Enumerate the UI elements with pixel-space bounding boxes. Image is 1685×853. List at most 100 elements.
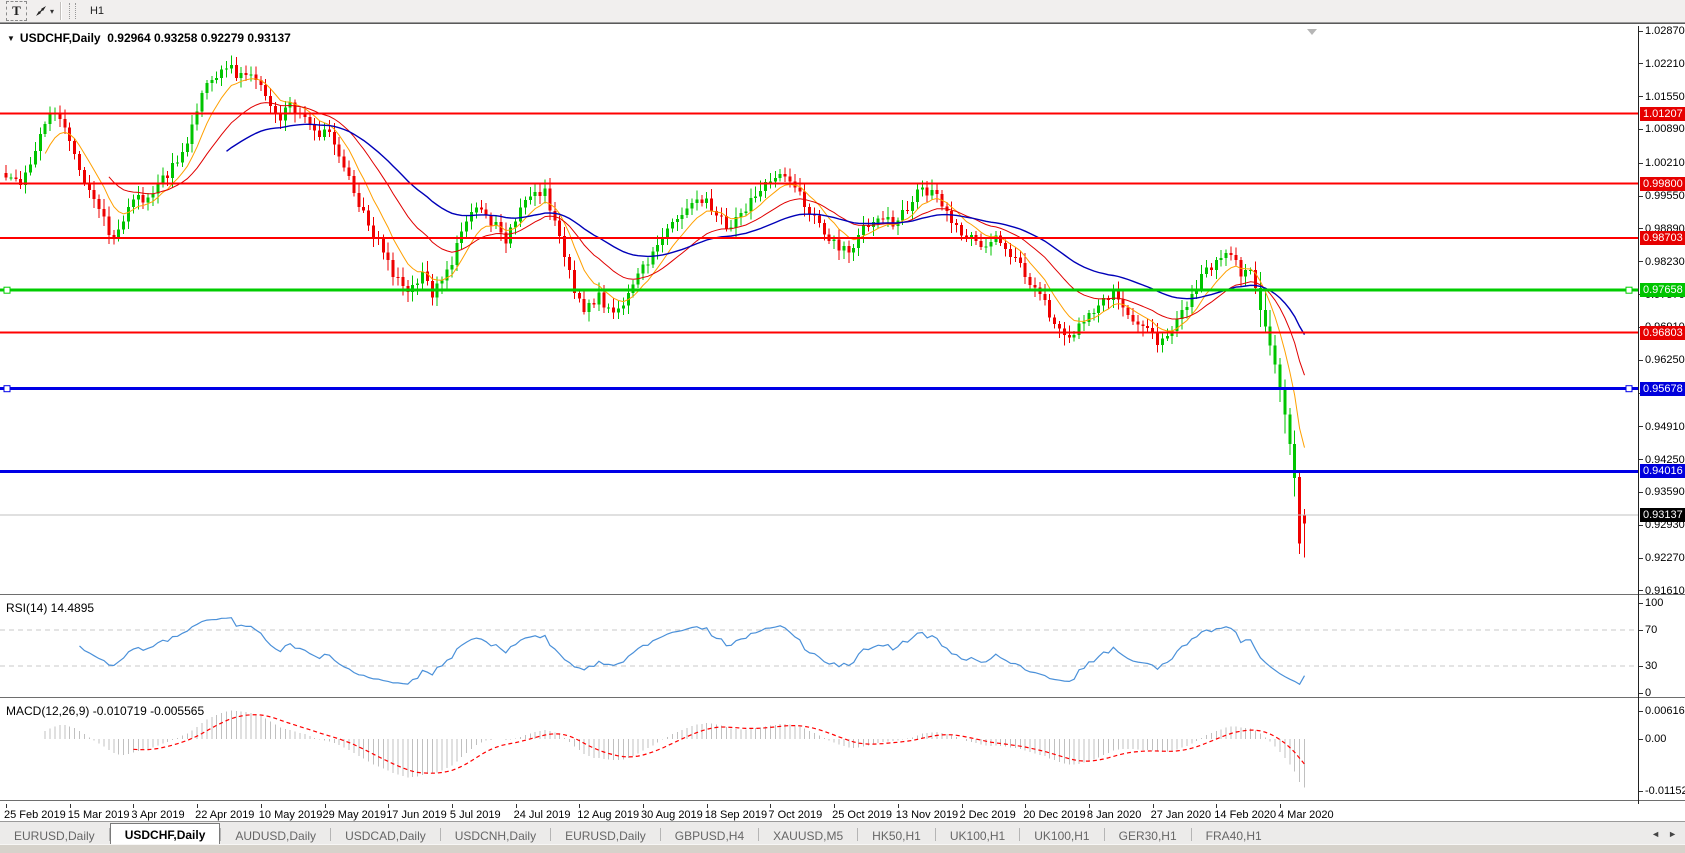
rsi-pane[interactable]: RSI(14) 14.4895 100 70 30 0 [0, 598, 1685, 697]
date-label: 18 Sep 2019 [704, 809, 768, 821]
date-tick-mark [579, 804, 581, 808]
chart-tab-usdcnh-daily[interactable]: USDCNH,Daily [441, 826, 550, 845]
chart-tab-uk100-h1[interactable]: UK100,H1 [1020, 826, 1103, 845]
rsi-tick-label: 0 [1639, 687, 1651, 697]
tick-mark [1639, 629, 1643, 631]
price-badge: 0.95678 [1640, 381, 1685, 396]
date-tick-mark [834, 804, 836, 808]
price-tick-label: 1.02870 [1639, 26, 1685, 37]
symbol-dropdown-icon[interactable]: ▼ [7, 34, 15, 43]
date-label: 4 Mar 2020 [1278, 809, 1334, 821]
tab-scroll-left-icon[interactable]: ◄ [1651, 829, 1660, 839]
price-tick-label: 1.00210 [1639, 157, 1685, 169]
dropdown-caret-icon[interactable]: ▾ [50, 7, 54, 16]
chart-shift-marker[interactable] [1307, 29, 1317, 35]
date-label: 8 Jan 2020 [1086, 809, 1142, 821]
chart-tab-gbpusd-h4[interactable]: GBPUSD,H4 [661, 826, 758, 845]
hline-0.95678[interactable] [0, 385, 1638, 393]
macd-signal-line [133, 714, 1305, 774]
macd-axis[interactable]: 0.006166 0.00 -0.011523 [1639, 701, 1685, 800]
price-tick-label: 0.96250 [1639, 354, 1685, 366]
status-strip [0, 844, 1685, 853]
tick-mark [1639, 738, 1643, 740]
date-tick-mark [133, 804, 135, 808]
tick-mark [1639, 524, 1643, 526]
text-tool-button[interactable]: T [6, 1, 27, 21]
tab-scroll-right-icon[interactable]: ► [1668, 829, 1677, 839]
price-badge: 0.99800 [1640, 176, 1685, 191]
line-handle [3, 286, 11, 294]
date-tick-mark [6, 804, 7, 808]
date-tick-mark [897, 804, 899, 808]
date-label: 20 Dec 2019 [1023, 809, 1086, 821]
date-label: 25 Feb 2019 [4, 809, 66, 821]
price-tick-label: 0.92270 [1639, 552, 1685, 564]
chart-tab-fra40-h1[interactable]: FRA40,H1 [1192, 826, 1276, 845]
macd-label: MACD(12,26,9) -0.010719 -0.005565 [6, 704, 205, 718]
macd-tick-label: 0.006166 [1639, 705, 1685, 717]
macd-tick-label: -0.011523 [1639, 785, 1685, 797]
tick-mark [1639, 261, 1643, 263]
timeframe-button-h1[interactable]: H1 [80, 1, 114, 21]
chart-window: ▼ USDCHF,Daily 0.92964 0.93258 0.92279 0… [0, 23, 1685, 853]
date-axis[interactable]: 25 Feb 2019 15 Mar 2019 3 Apr 2019 22 Apr 2… [0, 804, 1685, 822]
tick-mark [1639, 665, 1643, 667]
tick-mark [1639, 63, 1643, 65]
arrow-objects-icon [34, 4, 48, 18]
tick-mark [1639, 459, 1643, 461]
price-axis[interactable]: 1.02870 1.02210 1.01550 1.00890 1.00210 0.995… [1639, 26, 1685, 594]
arrow-objects-tool-button[interactable]: ▾ [31, 2, 57, 20]
chart-tab-hk50-h1[interactable]: HK50,H1 [858, 826, 935, 845]
tick-mark [1639, 790, 1643, 792]
date-tick-mark [770, 804, 772, 808]
date-tick-mark [1216, 804, 1218, 808]
date-label: 29 May 2019 [322, 809, 387, 821]
date-tick-mark [260, 804, 262, 808]
date-label: 3 Apr 2019 [131, 809, 185, 821]
price-tick-label: 1.00890 [1639, 123, 1685, 135]
date-tick-mark [515, 804, 517, 808]
rsi-canvas[interactable] [0, 598, 1638, 697]
tick-mark [1639, 30, 1643, 32]
date-label: 25 Oct 2019 [832, 809, 893, 821]
macd-pane[interactable]: MACD(12,26,9) -0.010719 -0.005565 0.0061… [0, 701, 1685, 800]
date-label: 5 Jul 2019 [449, 809, 501, 821]
date-label: 12 Aug 2019 [577, 809, 640, 821]
mt4-application-window: T ▾ M1M5M15M30H1H4D1W1MN ▼ USDCHF,Daily [0, 0, 1685, 853]
price-tick-label: 1.02210 [1639, 58, 1685, 70]
chart-tab-audusd-daily[interactable]: AUDUSD,Daily [221, 826, 330, 845]
price-badge: 0.96803 [1640, 325, 1685, 340]
hline-0.97658[interactable] [0, 286, 1638, 294]
chart-ohlc-values [101, 31, 108, 45]
price-badge: 0.94016 [1640, 464, 1685, 479]
price-tick-label: 0.91610 [1639, 585, 1685, 594]
rsi-tick-label: 30 [1639, 660, 1657, 672]
tab-scroll-nav: ◄ ► [1651, 822, 1685, 845]
date-tick-mark [1025, 804, 1027, 808]
date-label: 10 May 2019 [258, 809, 323, 821]
date-tick-mark [388, 804, 390, 808]
rsi-axis[interactable]: 100 70 30 0 [1639, 598, 1685, 697]
toolbar-grip[interactable] [69, 3, 77, 19]
chart-tab-ger30-h1[interactable]: GER30,H1 [1105, 826, 1191, 845]
main-chart-canvas[interactable] [0, 26, 1638, 594]
tick-mark [1639, 557, 1643, 559]
date-label: 2 Dec 2019 [959, 809, 1016, 821]
date-tick-mark [1152, 804, 1154, 808]
tick-mark [1639, 162, 1643, 164]
price-badge: 0.93137 [1640, 508, 1685, 523]
price-tick-label: 0.98230 [1639, 256, 1685, 268]
chart-tab-eurusd-daily[interactable]: EURUSD,Daily [551, 826, 660, 845]
tick-mark [1639, 602, 1643, 604]
chart-tab-usdcad-daily[interactable]: USDCAD,Daily [331, 826, 440, 845]
date-label: 15 Mar 2019 [67, 809, 130, 821]
main-chart-pane[interactable]: ▼ USDCHF,Daily 0.92964 0.93258 0.92279 0… [0, 26, 1685, 594]
macd-canvas[interactable] [0, 701, 1638, 800]
chart-tab-xauusd-m5[interactable]: XAUUSD,M5 [759, 826, 857, 845]
chart-tab-usdchf-daily[interactable]: USDCHF,Daily [109, 823, 221, 845]
chart-tab-eurusd-daily[interactable]: EURUSD,Daily [0, 826, 109, 845]
chart-symbol-label: USDCHF,Daily [19, 31, 101, 45]
chart-tab-uk100-h1[interactable]: UK100,H1 [936, 826, 1019, 845]
date-tick-mark [197, 804, 199, 808]
tick-mark [1639, 128, 1643, 130]
